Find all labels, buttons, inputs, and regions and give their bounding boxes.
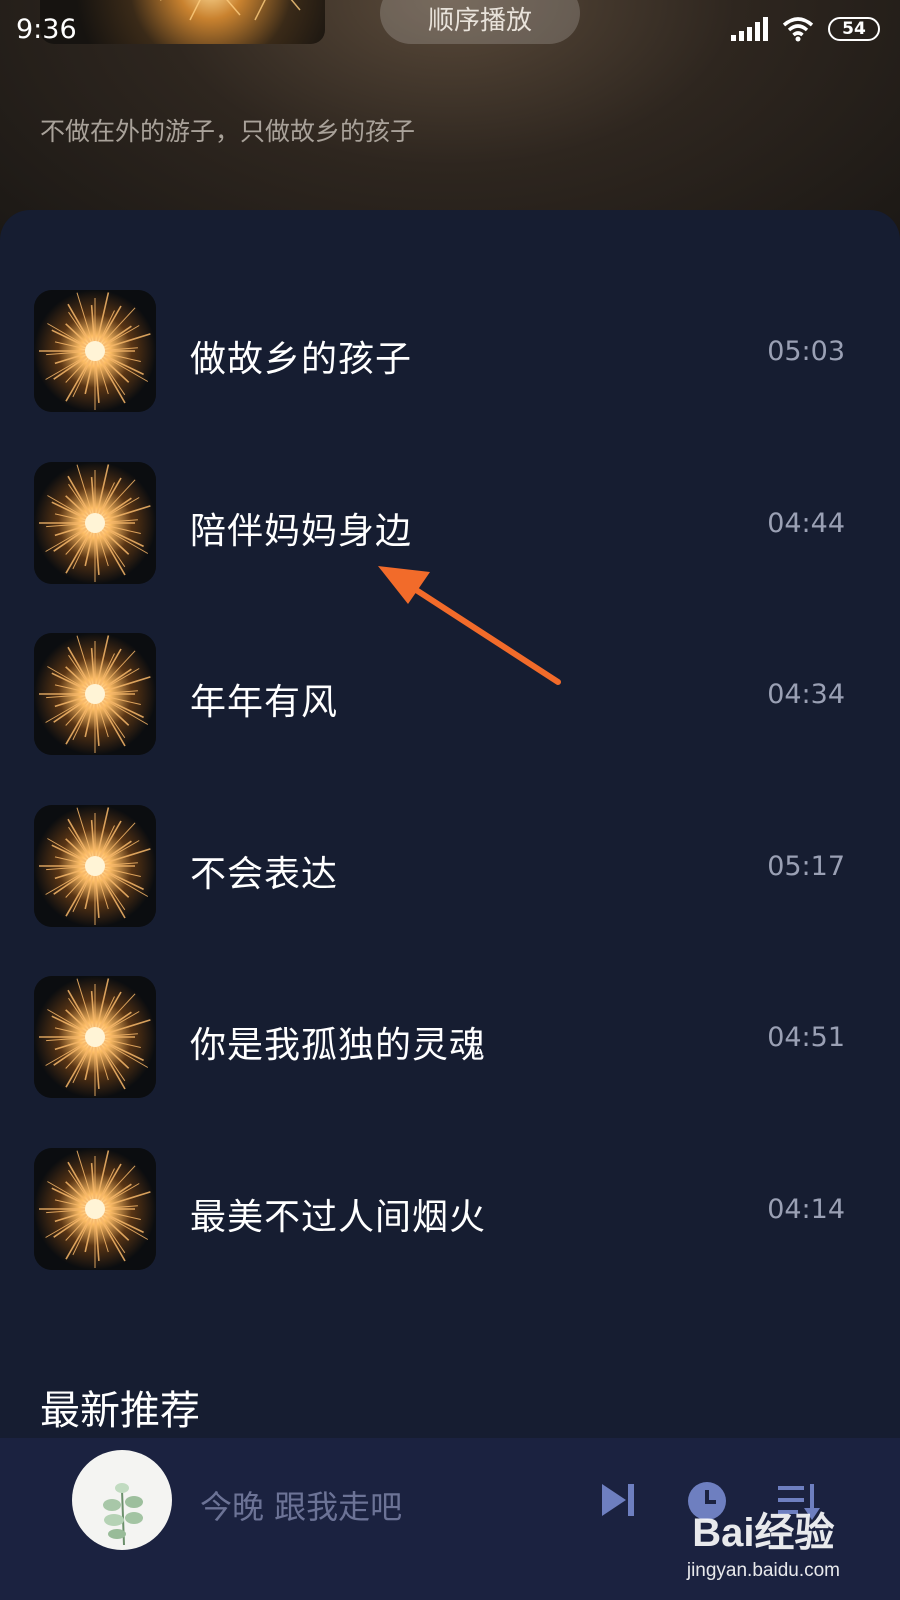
playlist-description: 不做在外的游子，只做故乡的孩子 [40,117,416,146]
song-title: 不会表达 [190,853,339,895]
song-duration: 04:34 [767,679,845,711]
status-time: 9:36 [16,14,77,45]
song-title: 陪伴妈妈身边 [190,510,413,552]
song-title: 最美不过人间烟火 [190,1197,487,1238]
signal-icon [731,17,768,41]
song-duration: 04:14 [767,1194,845,1225]
song-row[interactable]: 做故乡的孩子 05:03 [0,290,900,420]
now-playing-cover[interactable] [72,1450,172,1550]
song-duration: 04:51 [767,1022,845,1054]
header-cover-image [40,0,325,44]
song-cover-image [34,804,156,927]
song-row[interactable]: 年年有风 04:34 [0,633,900,763]
song-row[interactable]: 最美不过人间烟火 04:14 [0,1148,900,1278]
song-title: 做故乡的孩子 [190,339,413,380]
song-duration: 04:44 [767,507,845,539]
next-icon[interactable] [598,1480,638,1520]
song-cover-image [34,290,156,412]
watermark: Bai经验 jingyan.baidu.com [687,1500,840,1582]
song-cover-image [34,633,156,756]
song-row[interactable]: 不会表达 05:17 [0,804,900,935]
watermark-url: jingyan.baidu.com [686,1560,840,1581]
song-duration: 05:03 [767,336,845,367]
section-title-latest: 最新推荐 [40,1388,200,1434]
song-row[interactable]: 陪伴妈妈身边 04:44 [0,461,900,592]
song-cover-image [34,1148,156,1270]
play-order-button[interactable]: 顺序播放 [380,0,580,44]
song-cover-image [34,461,156,584]
song-row[interactable]: 你是我孤独的灵魂 04:51 [0,976,900,1106]
watermark-brand: Bai经验 [692,1511,835,1555]
song-title: 年年有风 [190,682,339,724]
song-duration: 05:17 [767,850,845,882]
song-cover-image [34,976,156,1099]
battery-icon: 54 [828,17,880,41]
status-icons: 54 [731,16,880,42]
song-title: 你是我孤独的灵魂 [190,1025,487,1067]
wifi-icon [782,17,814,42]
now-playing-title: 今晚 跟我走吧 [200,1488,403,1526]
